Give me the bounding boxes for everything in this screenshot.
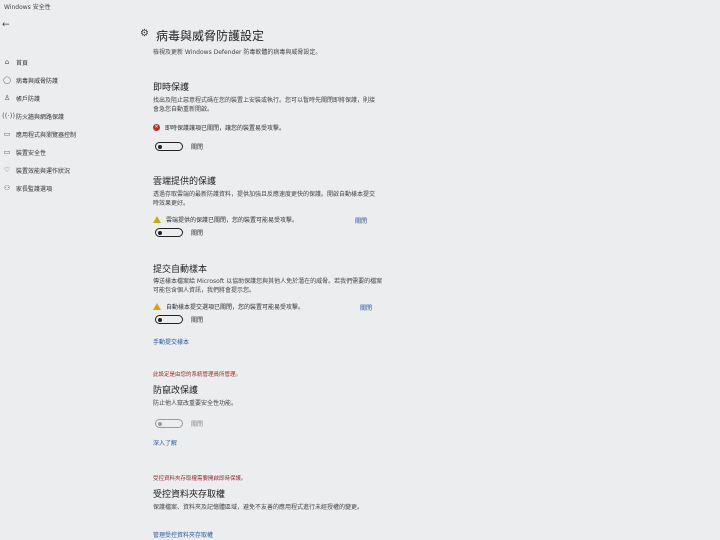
realtime-warning: ✕ 即時保護讓項已關閉，讓您的裝置易受攻擊。 <box>153 123 285 132</box>
main-content: ⚙ 病毒與威脅防護設定 檢視及更新 Windows Defender 防毒軟體的… <box>140 0 720 540</box>
network-icon: ((·)) <box>2 112 16 120</box>
manual-sample-link[interactable]: 手動提交樣本 <box>153 337 189 346</box>
sidebar-item-1[interactable]: ◯ 病毒與威脅防護 <box>2 73 58 87</box>
learn-more-link[interactable]: 深入了解 <box>153 438 177 447</box>
cloud-title: 雲端提供的保護 <box>153 177 217 187</box>
sidebar-item-label: 裝置安全性 <box>16 149 47 157</box>
realtime-toggle-label: 關閉 <box>191 144 204 151</box>
sidebar-item-label: 應用程式與瀏覽器控制 <box>16 131 77 139</box>
tamper-title: 防竄改保護 <box>153 386 199 396</box>
cloud-toggle-label: 關閉 <box>191 230 204 237</box>
sidebar-item-3[interactable]: ((·)) 防火牆與網路保護 <box>2 109 64 123</box>
sidebar-item-5[interactable]: ▭ 裝置安全性 <box>2 145 46 159</box>
realtime-toggle[interactable] <box>155 142 183 151</box>
sidebar-item-2[interactable]: ♙ 帳戶防護 <box>2 91 40 105</box>
error-x-icon: ✕ <box>153 124 160 131</box>
cloud-desc: 透過存取雲端的最新防護資料，提供加強且反應速度更快的保護。開啟自動樣本提交時效果… <box>153 191 376 207</box>
sample-warning-text: 自動樣本提交選項已關閉，您的裝置可能易受攻擊。 <box>166 304 305 311</box>
cloud-toggle[interactable] <box>155 228 183 237</box>
sidebar-item-label: 家長監護選項 <box>16 185 53 193</box>
sample-title: 提交自動樣本 <box>153 265 208 275</box>
folder-admin-notice: 受控資料夾存取權需要開啟即時保護。 <box>153 476 247 482</box>
back-arrow-icon[interactable]: ← <box>2 20 10 30</box>
sidebar-item-4[interactable]: ▭ 應用程式與瀏覽器控制 <box>2 127 76 141</box>
page-subtitle: 檢視及更新 Windows Defender 防毒軟體的病毒與威脅設定。 <box>153 49 322 56</box>
sidebar-item-label: 防火牆與網路保護 <box>16 113 65 121</box>
sidebar-item-label: 帳戶防護 <box>16 95 41 103</box>
realtime-desc: 找出及阻止惡意程式碼在您的裝置上安裝或執行。您可以暫時先關閉即將保護，則接會急您… <box>153 97 376 113</box>
shield-icon: ◯ <box>3 76 11 84</box>
sample-toggle-label: 關閉 <box>191 317 204 324</box>
heart-icon: ♡ <box>3 166 11 174</box>
person-icon: ♙ <box>3 94 11 102</box>
folder-title: 受控資料夾存取權 <box>153 490 226 500</box>
sample-desc: 傳送樣本檔案給 Microsoft 以協助保護您與其他人免於潛在的威脅。若我們需… <box>153 278 383 294</box>
tamper-desc: 防止他人竄改重要安全性功能。 <box>153 400 238 407</box>
realtime-warning-text: 即時保護讓項已關閉，讓您的裝置易受攻擊。 <box>165 125 286 132</box>
cloud-warning-text: 雲端提供的保護已關閉，您的裝置可能易受攻擊。 <box>166 217 299 224</box>
device-security-icon: ▭ <box>3 148 11 156</box>
page-title: 病毒與威脅防護設定 <box>156 29 265 43</box>
sidebar-item-6[interactable]: ♡ 裝置效能與運作狀況 <box>2 163 70 177</box>
tamper-toggle-label: 關閉 <box>191 421 204 428</box>
window-title: Windows 安全性 <box>4 4 51 11</box>
sidebar-item-label: 裝置效能與運作狀況 <box>16 167 71 175</box>
cloud-warning: 雲端提供的保護已關閉，您的裝置可能易受攻擊。 <box>153 215 298 224</box>
tamper-toggle[interactable] <box>155 419 183 428</box>
family-icon: ⚇ <box>3 184 11 192</box>
tamper-admin-notice: 此設定是由您的系統管理員所管理。 <box>153 372 242 378</box>
sidebar-item-label: 病毒與威脅防護 <box>16 77 59 85</box>
realtime-title: 即時保護 <box>153 83 190 93</box>
sample-dismiss-link[interactable]: 關閉 <box>360 303 372 312</box>
sidebar-item-label: 首頁 <box>16 59 29 67</box>
manage-folder-access-link[interactable]: 管理受控資料夾存取權 <box>153 530 213 539</box>
sample-toggle[interactable] <box>155 315 183 324</box>
cloud-dismiss-link[interactable]: 關閉 <box>355 216 367 225</box>
sample-warning: 自動樣本提交選項已關閉，您的裝置可能易受攻擊。 <box>153 302 304 311</box>
warning-triangle-icon <box>153 216 161 223</box>
settings-icon: ⚙ <box>140 28 149 39</box>
sidebar-item-0[interactable]: ⌂ 首頁 <box>2 55 28 69</box>
home-icon: ⌂ <box>4 58 10 66</box>
warning-triangle-icon <box>153 303 161 310</box>
sidebar-item-7[interactable]: ⚇ 家長監護選項 <box>2 181 52 195</box>
app-browser-icon: ▭ <box>3 130 11 138</box>
folder-desc: 保護檔案、資料夾及記憶體區域，避免不友善的應用程式進行未經授權的變更。 <box>153 504 364 511</box>
